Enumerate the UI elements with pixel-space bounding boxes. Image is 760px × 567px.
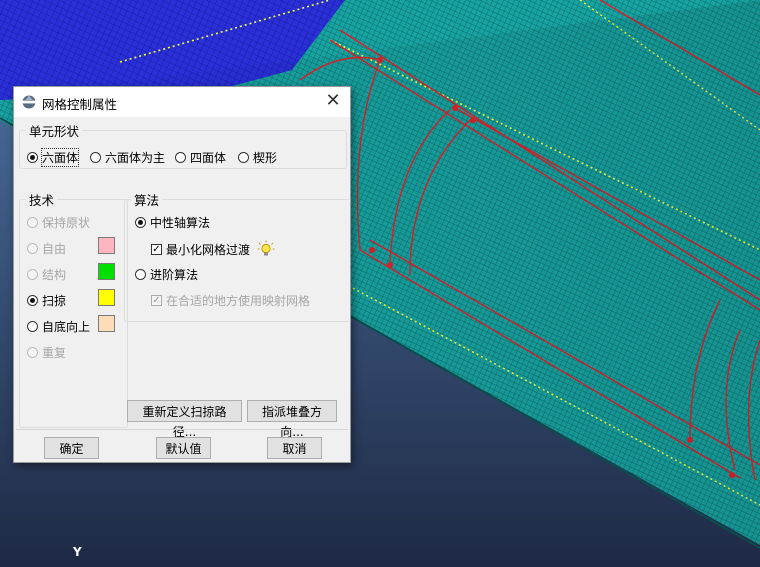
defaults-button[interactable]: 默认值 [156,437,211,459]
technique-free-option[interactable]: 自由 [27,240,66,257]
mesh-app-icon [22,95,36,109]
technique-free-label: 自由 [42,242,67,256]
use-mapped-meshing-label: 在合适的地方使用映射网格 [166,294,311,308]
technique-bottom-up-option[interactable]: 自底向上 [27,318,90,335]
algorithm-advancing-front-radio[interactable] [135,269,146,280]
assign-stack-direction-button[interactable]: 指派堆叠方向... [247,400,337,439]
technique-bottom-up-radio[interactable] [27,321,38,332]
technique-sweep-option[interactable]: 扫掠 [27,292,66,309]
technique-sweep-radio[interactable] [27,295,38,306]
technique-repeat-radio[interactable] [27,347,38,358]
technique-structured-label: 结构 [42,268,67,282]
technique-structured-radio[interactable] [27,269,38,280]
minimize-transition-label: 最小化网格过渡 [166,242,251,257]
algorithm-advancing-front-label: 进阶算法 [150,268,199,282]
technique-free-radio[interactable] [27,243,38,254]
algorithm-advancing-front-option[interactable]: 进阶算法 [135,266,198,283]
shape-wedge-option[interactable]: 楔形 [238,149,277,166]
technique-sweep-swatch [98,289,115,306]
use-mapped-meshing-option[interactable]: ✓ 在合适的地方使用映射网格 [151,292,310,309]
minimize-transition-checkbox[interactable]: ✓ [151,243,162,255]
close-icon[interactable]: ✕ [322,90,344,112]
shape-wedge-label: 楔形 [253,151,278,165]
technique-legend: 技术 [29,193,55,208]
algorithm-medial-axis-label: 中性轴算法 [150,216,211,230]
shape-tet-label: 四面体 [190,151,227,165]
dialog-title: 网格控制属性 [42,97,118,112]
shape-hex-dominated-option[interactable]: 六面体为主 [90,149,165,166]
shape-wedge-radio[interactable] [238,152,249,163]
technique-as-is-option[interactable]: 保持原状 [27,214,90,231]
technique-sweep-label: 扫掠 [42,294,67,308]
technique-structured-swatch [98,263,115,280]
technique-bottom-up-swatch [98,315,115,332]
technique-free-swatch [98,237,115,254]
technique-repeat-label: 重复 [42,346,67,360]
technique-bottom-up-label: 自底向上 [42,320,91,334]
axis-triad-y-label: Y [73,545,82,559]
redefine-sweep-path-button[interactable]: 重新定义扫掠路径... [127,400,242,439]
shape-hex-dominated-radio[interactable] [90,152,101,163]
algorithm-medial-axis-radio[interactable] [135,217,146,228]
minimize-transition-option[interactable]: ✓ 最小化网格过渡 [151,240,275,258]
algorithm-medial-axis-option[interactable]: 中性轴算法 [135,214,210,231]
cancel-button[interactable]: 取消 [267,437,322,459]
technique-repeat-option[interactable]: 重复 [27,344,66,361]
shape-hex-label: 六面体 [40,148,80,167]
shape-tet-radio[interactable] [175,152,186,163]
shape-hex-dominated-label: 六面体为主 [105,151,166,165]
algorithm-legend: 算法 [134,193,160,208]
shape-hex-radio[interactable] [27,152,38,163]
shape-tet-option[interactable]: 四面体 [175,149,226,166]
technique-as-is-label: 保持原状 [42,216,91,230]
dialog-titlebar[interactable]: 网格控制属性 ✕ [14,87,350,117]
lightbulb-icon[interactable] [257,240,275,258]
element-shape-legend: 单元形状 [29,124,80,139]
shape-hex-option[interactable]: 六面体 [27,148,80,167]
technique-structured-option[interactable]: 结构 [27,266,66,283]
technique-as-is-radio[interactable] [27,217,38,228]
ok-button[interactable]: 确定 [44,437,99,459]
footer-separator [16,429,348,430]
use-mapped-meshing-checkbox[interactable]: ✓ [151,295,162,306]
mesh-controls-dialog: 网格控制属性 ✕ 单元形状 六面体 六面体为主 四面体 楔形 技术 保持原状 自… [13,86,351,463]
